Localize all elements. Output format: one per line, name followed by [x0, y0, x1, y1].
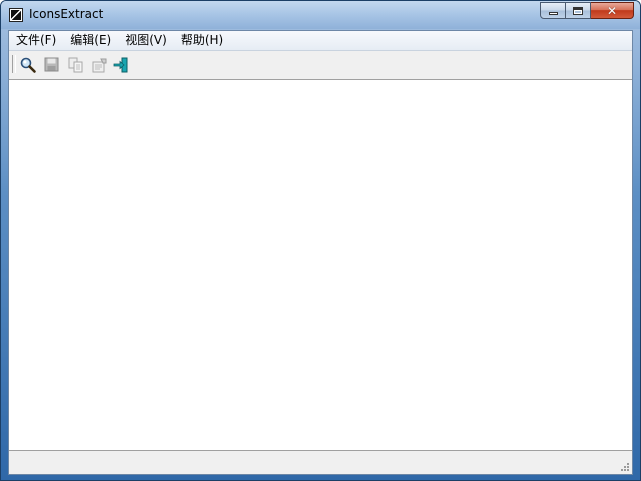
menu-view[interactable]: 视图(V)	[118, 31, 174, 50]
maximize-icon	[573, 6, 583, 15]
app-icon[interactable]	[9, 8, 23, 22]
save-icon	[44, 57, 59, 72]
exit-button[interactable]	[113, 56, 131, 74]
find-button[interactable]	[19, 56, 37, 74]
title-bar[interactable]: IconsExtract ✕	[1, 1, 640, 29]
exit-icon	[113, 57, 128, 73]
minimize-button[interactable]	[540, 2, 566, 19]
icon-list-view[interactable]	[9, 80, 632, 451]
minimize-icon	[548, 12, 558, 15]
menu-help[interactable]: 帮助(H)	[174, 31, 230, 50]
close-icon: ✕	[606, 3, 618, 18]
maximize-button[interactable]	[566, 2, 591, 19]
app-window: IconsExtract ✕ 文件(F) 编辑(E) 视图(V) 帮助(H)	[0, 0, 641, 481]
properties-icon	[92, 58, 107, 73]
window-bottom-frame[interactable]	[1, 475, 640, 480]
status-bar	[9, 451, 632, 474]
menu-edit[interactable]: 编辑(E)	[63, 31, 118, 50]
menu-file[interactable]: 文件(F)	[9, 31, 63, 50]
resize-grip-icon[interactable]	[620, 462, 630, 472]
copy-button[interactable]	[67, 56, 85, 74]
caption-buttons: ✕	[540, 2, 634, 20]
toolbar	[9, 51, 632, 80]
window-title: IconsExtract	[29, 7, 104, 21]
close-button[interactable]: ✕	[591, 2, 634, 19]
client-area: 文件(F) 编辑(E) 视图(V) 帮助(H)	[8, 30, 633, 475]
search-icon	[20, 57, 36, 73]
save-button[interactable]	[43, 56, 61, 74]
toolbar-grip[interactable]	[12, 55, 16, 73]
menu-bar: 文件(F) 编辑(E) 视图(V) 帮助(H)	[9, 31, 632, 51]
properties-button[interactable]	[91, 56, 109, 74]
copy-icon	[68, 57, 83, 73]
